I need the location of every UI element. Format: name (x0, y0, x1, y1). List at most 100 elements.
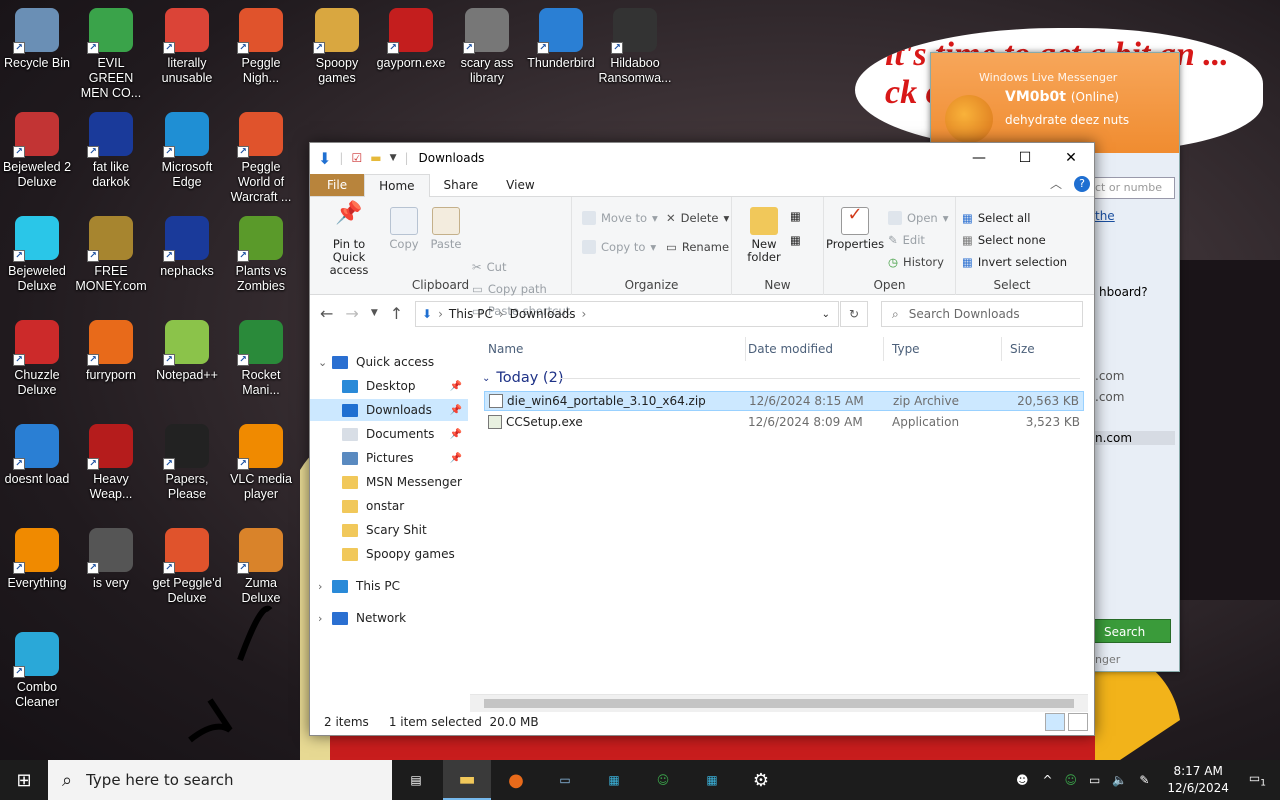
task-view-button[interactable]: ▤ (392, 760, 440, 800)
invert-selection-button[interactable]: ▦ Invert selection (962, 255, 1067, 269)
desktop-icon-item[interactable]: ↗ fat like darkok (74, 106, 148, 206)
nav-item-msn-messenger[interactable]: MSN Messenger (310, 471, 468, 493)
desktop-icon-item[interactable]: ↗ Spoopy games (300, 2, 374, 102)
tab-file[interactable]: File (310, 174, 365, 196)
properties-icon[interactable]: ☑ (351, 151, 362, 165)
pen-icon[interactable]: ✎ (1133, 773, 1155, 787)
start-button[interactable]: ⊞ (0, 760, 48, 800)
desktop-icon-item[interactable]: ↗ Peggle Nigh... (224, 2, 298, 102)
messenger-link[interactable]: the (1095, 209, 1115, 223)
network-icon[interactable]: ▭ (1083, 773, 1106, 787)
desktop-icon-item[interactable]: ↗ Zuma Deluxe (224, 522, 298, 622)
desktop-icon-item[interactable]: ↗ Chuzzle Deluxe (0, 314, 74, 414)
chevron-right-icon[interactable]: › (318, 612, 332, 625)
messenger-search-button[interactable]: Search (1091, 619, 1171, 643)
tab-share[interactable]: Share (430, 174, 493, 196)
desktop-icon-item[interactable]: ↗ Microsoft Edge (150, 106, 224, 206)
close-button[interactable]: ✕ (1048, 143, 1094, 173)
desktop-icon-item[interactable]: ↗ VLC media player (224, 418, 298, 518)
desktop-icon-item[interactable]: ↗ is very (74, 522, 148, 622)
desktop-icon-item[interactable]: ↗ Hildaboo Ransomwa... (598, 2, 672, 102)
details-view-button[interactable] (1045, 713, 1065, 731)
easy-access-button[interactable]: ▦ (790, 233, 801, 247)
chevron-down-icon[interactable]: ⌄ (318, 356, 332, 369)
group-header-today[interactable]: ⌄ Today (2) (480, 367, 1080, 389)
pin-quick-access-button[interactable]: 📌 Pin to Quick access (316, 203, 382, 277)
new-item-button[interactable]: ▦ (790, 209, 801, 223)
file-row[interactable]: CCSetup.exe 12/6/2024 8:09 AM Application 3… (484, 412, 1084, 432)
desktop-icon-item[interactable]: ↗ Notepad++ (150, 314, 224, 414)
nav-item-quick-access[interactable]: ⌄ Quick access (310, 351, 468, 373)
nav-item-onstar[interactable]: onstar (310, 495, 468, 517)
messenger-search-input[interactable]: ct or numbe (1091, 177, 1175, 199)
nav-item-downloads[interactable]: Downloads 📌 (310, 399, 468, 421)
copy-button[interactable]: Copy (386, 207, 422, 251)
breadcrumb-this-pc[interactable]: This PC (449, 307, 493, 321)
nav-item-network[interactable]: › Network (310, 607, 468, 629)
taskbar-firefox[interactable]: ● (492, 760, 540, 800)
nav-item-documents[interactable]: Documents 📌 (310, 423, 468, 445)
large-icons-view-button[interactable] (1068, 713, 1088, 731)
taskbar-file-explorer[interactable]: ▬ (443, 760, 491, 800)
desktop-icon-item[interactable]: ↗ gayporn.exe (374, 2, 448, 102)
taskbar-msn[interactable]: ☺ (639, 760, 687, 800)
nav-item-spoopy-games[interactable]: Spoopy games (310, 543, 468, 565)
chevron-up-icon[interactable]: ^ (1036, 773, 1058, 787)
desktop-icon-item[interactable]: ↗ Peggle World of Warcraft ... (224, 106, 298, 206)
back-button[interactable]: ← (320, 304, 333, 323)
desktop-icon-item[interactable]: ↗ Papers, Please (150, 418, 224, 518)
taskbar-app2[interactable]: ▦ (688, 760, 736, 800)
address-dropdown-icon[interactable]: ⌄ (822, 309, 830, 320)
taskbar-app[interactable]: ▦ (590, 760, 638, 800)
nav-item-scary-shit[interactable]: Scary Shit (310, 519, 468, 541)
column-size[interactable]: Size (1002, 337, 1082, 361)
nav-item-desktop[interactable]: Desktop 📌 (310, 375, 468, 397)
desktop-icon-item[interactable]: ↗ nephacks (150, 210, 224, 310)
column-name[interactable]: Name (480, 337, 746, 361)
chevron-down-icon[interactable]: ▼ (390, 153, 397, 163)
people-icon[interactable]: ☻ (1008, 773, 1037, 787)
select-none-button[interactable]: ▦ Select none (962, 233, 1046, 247)
msn-tray-icon[interactable]: ☺ (1059, 773, 1084, 787)
collapse-ribbon-icon[interactable]: ︿ (1050, 175, 1062, 192)
history-button[interactable]: ◷ History (888, 255, 944, 269)
tab-view[interactable]: View (492, 174, 548, 196)
help-icon[interactable]: ? (1074, 175, 1090, 192)
desktop-icon-item[interactable]: ↗ Combo Cleaner (0, 626, 74, 726)
chevron-right-icon[interactable]: › (318, 580, 332, 593)
desktop-icon-item[interactable]: ↗ literally unusable (150, 2, 224, 102)
explorer-window[interactable]: ⬇ | ☑ ▬ ▼ | Downloads — ☐ ✕ File Home Sh… (309, 142, 1095, 736)
new-folder-button[interactable]: New folder (742, 207, 786, 264)
select-all-button[interactable]: ▦ Select all (962, 211, 1030, 225)
rename-button[interactable]: ▭ Rename (666, 240, 729, 254)
desktop-icon-item[interactable]: ↗ EVIL GREEN MEN CO... (74, 2, 148, 102)
desktop-icon-item[interactable]: ↗ scary ass library (450, 2, 524, 102)
desktop-icon-item[interactable]: ↗ get Peggle'd Deluxe (150, 522, 224, 622)
nav-item-this-pc[interactable]: › This PC (310, 575, 468, 597)
notification-icon[interactable]: ▭1 (1241, 771, 1280, 788)
desktop-icon-item[interactable]: ↗ Plants vs Zombies (224, 210, 298, 310)
recent-locations-button[interactable]: ▼ (371, 308, 378, 318)
taskbar-notepad[interactable]: ▭ (541, 760, 589, 800)
open-button[interactable]: Open ▾ (888, 211, 949, 225)
tab-home[interactable]: Home (364, 174, 430, 197)
desktop-icon-item[interactable]: ↗ Thunderbird (524, 2, 598, 102)
desktop-icon-item[interactable]: ↗ FREE MONEY.com (74, 210, 148, 310)
desktop-icon-item[interactable]: ↗ Bejeweled Deluxe (0, 210, 74, 310)
taskbar-settings[interactable]: ⚙ (737, 760, 785, 800)
maximize-button[interactable]: ☐ (1002, 143, 1048, 173)
column-date-modified[interactable]: Date modified (740, 337, 884, 361)
forward-button[interactable]: → (345, 304, 358, 323)
desktop-icon-item[interactable]: ↗ doesnt load (0, 418, 74, 518)
up-button[interactable]: ↑ (390, 304, 403, 323)
nav-item-pictures[interactable]: Pictures 📌 (310, 447, 468, 469)
edit-button[interactable]: ✎ Edit (888, 233, 925, 247)
new-folder-icon[interactable]: ▬ (370, 151, 381, 165)
delete-button[interactable]: ✕ Delete ▾ (666, 211, 729, 225)
volume-icon[interactable]: 🔈 (1106, 773, 1133, 787)
search-downloads-input[interactable]: ⌕ Search Downloads (881, 301, 1083, 327)
scroll-thumb[interactable] (484, 699, 1074, 708)
desktop-icon-item[interactable]: ↗ Everything (0, 522, 74, 622)
address-bar[interactable]: ⬇ › This PC › Downloads › ⌄ (415, 301, 839, 327)
taskbar-search[interactable]: ⌕ Type here to search (48, 760, 392, 800)
